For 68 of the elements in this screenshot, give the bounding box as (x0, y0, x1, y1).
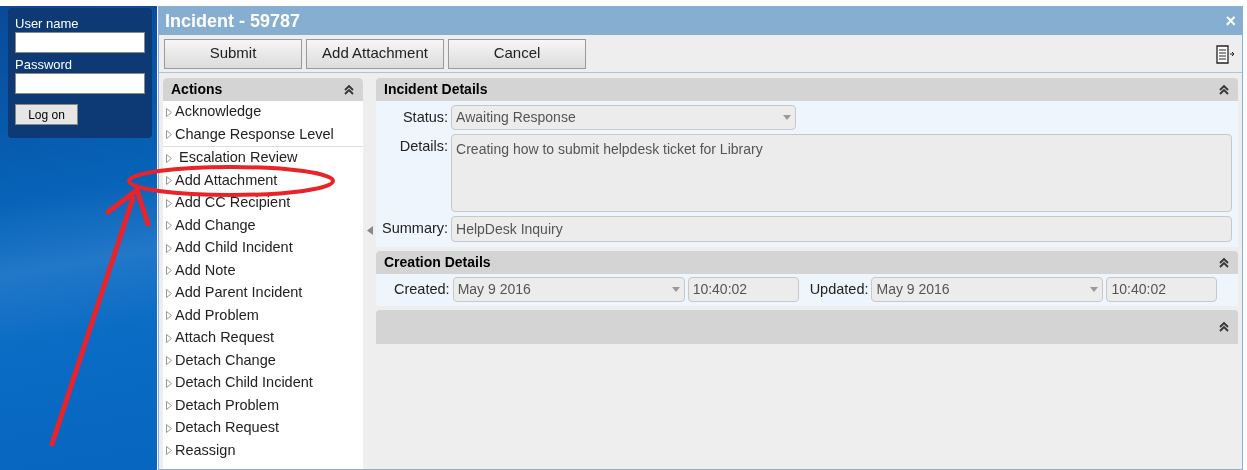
caret-icon (1090, 287, 1099, 292)
expand-icon (166, 153, 172, 163)
section-title: Incident Details (384, 80, 488, 99)
action-item[interactable]: Add CC Recipient (163, 192, 363, 215)
dropdown-field[interactable]: May 9 2016 (452, 277, 685, 302)
expand-icon (166, 378, 172, 388)
action-item[interactable]: Add Change (163, 214, 363, 237)
action-item[interactable]: Attach Request (163, 327, 363, 350)
expand-icon (166, 176, 172, 186)
collapse-icon[interactable] (1218, 83, 1230, 96)
username-field[interactable] (15, 32, 145, 53)
text-field[interactable]: HelpDesk Inquiry (451, 216, 1232, 242)
dropdown-field[interactable]: May 9 2016 (871, 277, 1104, 302)
action-item[interactable]: Detach Change (163, 349, 363, 372)
toolbar-button[interactable]: Submit (164, 38, 302, 69)
expand-icon (166, 243, 172, 253)
expand-icon (166, 423, 172, 433)
action-item[interactable]: Detach Request (163, 417, 363, 440)
collapse-icon[interactable] (1218, 256, 1230, 269)
section-title: Creation Details (384, 253, 491, 272)
action-item[interactable]: Add Child Incident (163, 237, 363, 260)
expand-icon (166, 107, 172, 117)
expand-icon (166, 401, 172, 411)
field-label: User name (15, 16, 80, 32)
action-item[interactable]: Add Problem (163, 304, 363, 327)
document-export-icon[interactable] (1215, 42, 1235, 65)
section-header[interactable]: Incident Details (376, 78, 1238, 101)
expand-icon (166, 130, 172, 140)
text-field[interactable]: Creating how to submit helpdesk ticket for Library (451, 134, 1232, 212)
field-label: Status: (401, 108, 449, 127)
action-item[interactable]: Add Parent Incident (163, 282, 363, 305)
section-header[interactable]: Actions (163, 78, 363, 101)
action-item[interactable]: Change Response Level (163, 123, 363, 146)
action-item[interactable]: Add Note (163, 259, 363, 282)
action-item[interactable]: Reassign (163, 439, 363, 462)
expand-icon (166, 266, 172, 276)
toolbar-button[interactable]: Cancel (448, 38, 586, 69)
field-label: Password (15, 57, 74, 73)
expand-icon (166, 446, 172, 456)
expand-icon (166, 311, 172, 321)
dropdown-field[interactable]: Awaiting Response (451, 105, 797, 130)
caret-icon (783, 115, 792, 120)
expand-icon (166, 221, 172, 231)
action-item[interactable]: Detach Child Incident (163, 372, 363, 395)
password-field[interactable] (15, 73, 145, 94)
section-title: Actions (171, 80, 223, 99)
expand-icon (166, 333, 172, 343)
window-title: Incident - 59787 (165, 9, 301, 33)
action-item[interactable]: Acknowledge (163, 101, 363, 124)
expand-icon (166, 356, 172, 366)
log-on-button[interactable]: Log on (15, 104, 78, 125)
field-label: Updated: (809, 279, 869, 299)
section-header[interactable]: Creation Details (376, 251, 1238, 274)
field-label: Summary: (382, 219, 449, 238)
collapse-icon[interactable] (343, 83, 355, 96)
field-label: Created: (394, 279, 450, 299)
action-item[interactable]: Detach Problem (163, 394, 363, 417)
expand-icon (166, 288, 172, 298)
caret-icon (671, 287, 680, 292)
action-item[interactable]: Escalation Review (163, 147, 363, 170)
expand-icon (166, 198, 172, 208)
field-label: Details: (398, 137, 449, 156)
text-field[interactable]: 10:40:02 (687, 277, 799, 302)
splitter-arrow-icon[interactable] (366, 226, 373, 235)
collapse-icon[interactable] (1218, 321, 1230, 333)
action-item[interactable]: Add Attachment (163, 169, 363, 192)
text-field[interactable]: 10:40:02 (1106, 277, 1218, 302)
toolbar-button[interactable]: Add Attachment (306, 38, 444, 69)
